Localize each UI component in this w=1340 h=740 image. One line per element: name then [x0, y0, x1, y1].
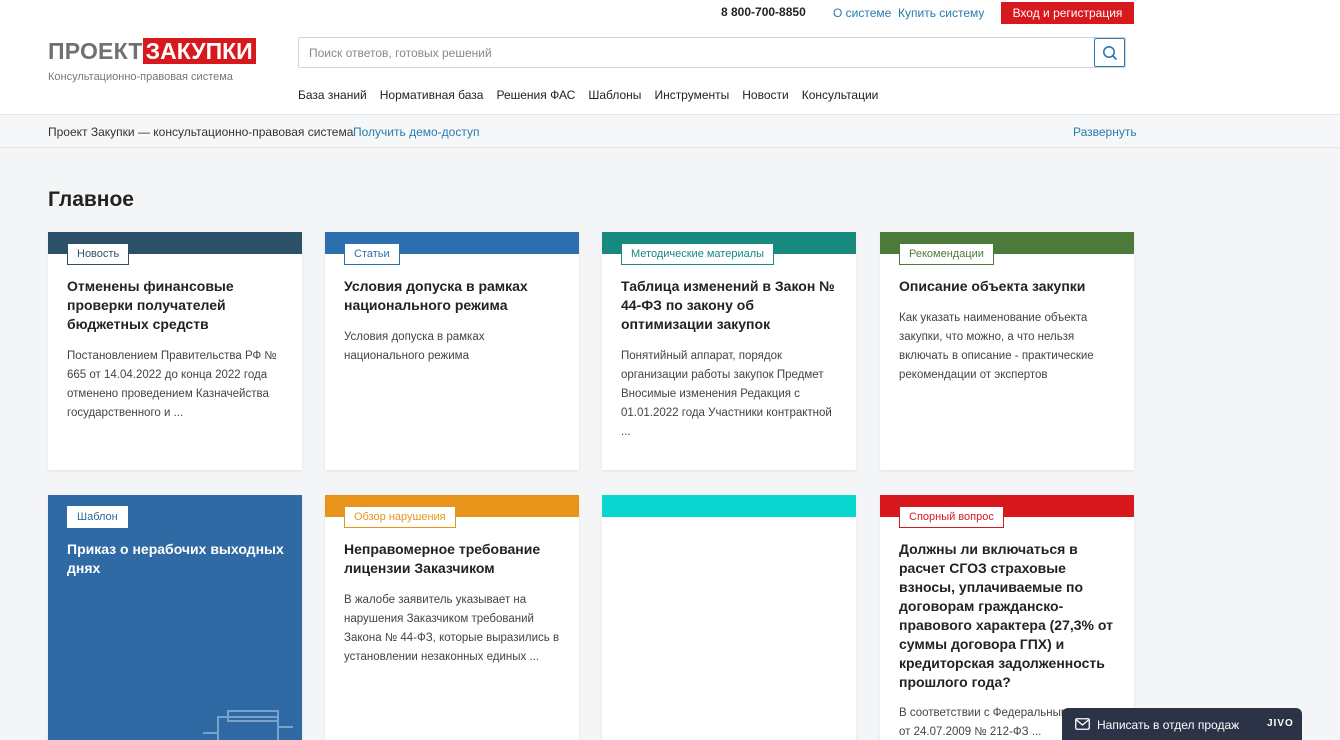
- card-title: Условия допуска в рамках национального р…: [344, 278, 528, 313]
- card-tag: Спорный вопрос: [899, 506, 1004, 528]
- nav-consult[interactable]: Консультации: [802, 88, 879, 102]
- nav-tools[interactable]: Инструменты: [654, 88, 729, 102]
- logo-gray: ПРОЕКТ: [48, 38, 143, 64]
- card-tag: Рекомендации: [899, 243, 994, 265]
- info-bar: Проект Закупки — консультационно-правова…: [0, 115, 1340, 148]
- info-text: Проект Закупки — консультационно-правова…: [48, 125, 354, 139]
- demo-link[interactable]: Получить демо-доступ: [353, 125, 479, 139]
- card-title: Отменены финансовые проверки получателей…: [67, 278, 234, 332]
- search-input[interactable]: [299, 38, 1095, 67]
- top-bar: 8 800-700-8850 О системе Купить систему …: [0, 0, 1340, 24]
- card-bar: [602, 495, 856, 517]
- card-disputed[interactable]: Спорный вопрос Должны ли включаться в ра…: [880, 495, 1134, 740]
- card-title: Приказ о нерабочих выходных днях: [67, 541, 284, 576]
- card-empty[interactable]: [602, 495, 856, 740]
- card-review[interactable]: Обзор нарушения Неправомерное требование…: [325, 495, 579, 740]
- card-title: Неправомерное требование лицензии Заказч…: [344, 541, 541, 576]
- phone-number[interactable]: 8 800-700-8850: [721, 5, 806, 19]
- about-link[interactable]: О системе: [833, 6, 891, 20]
- search-box: [298, 37, 1126, 68]
- card-news[interactable]: Новость Отменены финансовые проверки пол…: [48, 232, 302, 470]
- card-tag: Статьи: [344, 243, 400, 265]
- card-tag: Методические материалы: [621, 243, 775, 265]
- nav-normative[interactable]: Нормативная база: [380, 88, 484, 102]
- envelope-icon: [1075, 718, 1090, 730]
- logo[interactable]: ПРОЕКТ ЗАКУПКИ: [48, 38, 256, 64]
- tagline: Консультационно-правовая система: [48, 71, 233, 83]
- chat-widget[interactable]: Написать в отдел продаж JIVO: [1062, 708, 1302, 740]
- search-icon: [1102, 45, 1117, 60]
- card-title: Таблица изменений в Закон № 44-ФЗ по зак…: [621, 278, 835, 332]
- card-template[interactable]: Шаблон Приказ о нерабочих выходных днях: [48, 495, 302, 740]
- card-desc: Как указать наименование объекта закупки…: [899, 312, 1094, 381]
- card-desc: Условия допуска в рамках национального р…: [344, 331, 485, 362]
- nav-news[interactable]: Новости: [742, 88, 788, 102]
- card-title: Описание объекта закупки: [899, 278, 1086, 294]
- card-method[interactable]: Методические материалы Таблица изменений…: [602, 232, 856, 470]
- card-desc: Постановлением Правительства РФ № 665 от…: [67, 350, 277, 419]
- chat-brand: JIVO: [1267, 718, 1294, 729]
- card-recommend[interactable]: Рекомендации Описание объекта закупки Ка…: [880, 232, 1134, 470]
- page-title: Главное: [48, 188, 134, 211]
- card-desc: В жалобе заявитель указывает на нарушени…: [344, 594, 560, 663]
- card-title: Должны ли включаться в расчет СГОЗ страх…: [899, 541, 1113, 690]
- card-tag: Новость: [67, 243, 130, 265]
- logo-red: ЗАКУПКИ: [142, 38, 256, 64]
- nav-templates[interactable]: Шаблоны: [588, 88, 641, 102]
- card-tag: Шаблон: [67, 506, 128, 528]
- header: ПРОЕКТ ЗАКУПКИ Консультационно-правовая …: [0, 24, 1340, 115]
- nav-knowledge[interactable]: База знаний: [298, 88, 367, 102]
- buy-link[interactable]: Купить систему: [898, 6, 984, 20]
- chat-label: Написать в отдел продаж: [1097, 718, 1240, 732]
- expand-link[interactable]: Развернуть: [1073, 125, 1137, 139]
- card-desc: Понятийный аппарат, порядок организации …: [621, 350, 832, 438]
- card-tag: Обзор нарушения: [344, 506, 456, 528]
- nav-fas[interactable]: Решения ФАС: [496, 88, 575, 102]
- document-icon: [203, 710, 293, 740]
- login-button[interactable]: Вход и регистрация: [1001, 2, 1134, 24]
- search-button[interactable]: [1094, 38, 1125, 67]
- main-nav: База знаний Нормативная база Решения ФАС…: [298, 88, 891, 102]
- card-article[interactable]: Статьи Условия допуска в рамках национал…: [325, 232, 579, 470]
